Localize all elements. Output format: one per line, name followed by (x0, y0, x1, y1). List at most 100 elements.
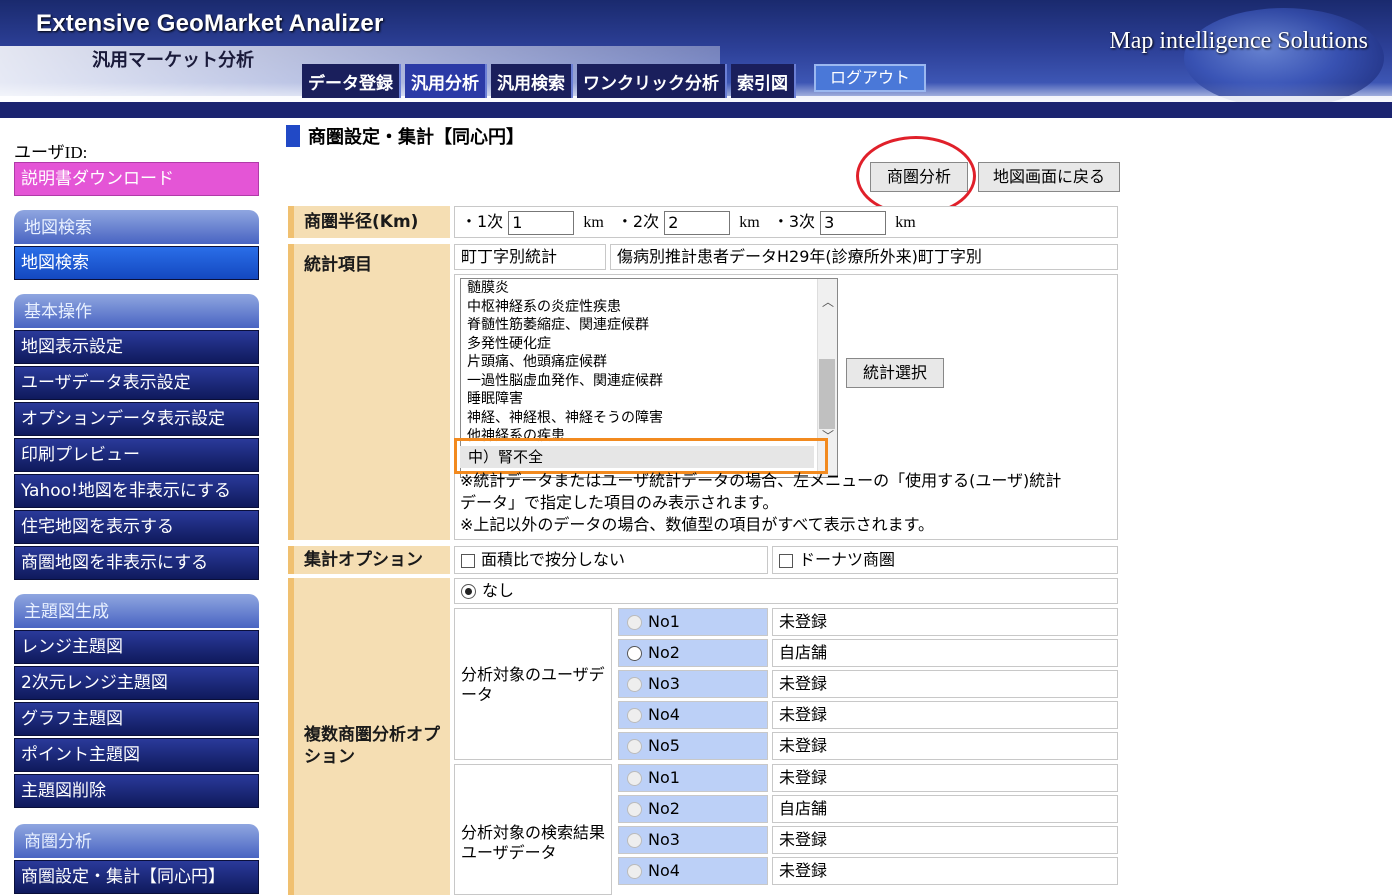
agg-option-area-ratio[interactable]: 面積比で按分しない (454, 546, 768, 574)
stats-note-2: ※上記以外のデータの場合、数値型の項目がすべて表示されます。 (460, 515, 935, 534)
group1-no2[interactable]: No2 (618, 639, 768, 667)
donut-label: ドーナツ商圏 (799, 550, 896, 569)
group2-no2[interactable]: No2 (618, 795, 768, 823)
list-item[interactable]: 睡眠障害 (461, 390, 837, 409)
radius-row: ・1次 1 km ・2次 2 km ・3次 3 km (454, 206, 1118, 238)
no-label: No4 (648, 705, 680, 724)
main-tabs: データ登録 汎用分析 汎用検索 ワンクリック分析 索引図 (302, 64, 796, 98)
globe-graphic (1184, 8, 1384, 108)
section-trade-area: 商圏分析 (14, 824, 259, 858)
tab-general-analysis[interactable]: 汎用分析 (405, 64, 487, 98)
list-item[interactable]: 片頭痛、他頭痛症候群 (461, 353, 837, 372)
stats-note-1b: データ」で指定した項目のみ表示されます。 (460, 493, 779, 512)
sidebar-item-graph-theme[interactable]: グラフ主題図 (14, 702, 259, 736)
manual-download-button[interactable]: 説明書ダウンロード (14, 162, 259, 196)
group2-value2: 自店舗 (772, 795, 1118, 823)
radius-label: 商圏半径(Km) (288, 206, 450, 238)
none-radio[interactable] (461, 584, 476, 599)
logout-button[interactable]: ログアウト (814, 64, 926, 92)
sidebar-item-point-theme[interactable]: ポイント主題図 (14, 738, 259, 772)
list-item[interactable]: 多発性硬化症 (461, 335, 837, 354)
stats-category: 町丁字別統計 (454, 244, 606, 270)
multi-area-label: 複数商圏分析オプション (288, 578, 450, 895)
sidebar-item-2d-range-theme[interactable]: 2次元レンジ主題図 (14, 666, 259, 700)
header-bottombar (0, 102, 1392, 118)
list-item[interactable]: 脊髄性筋萎縮症、関連症候群 (461, 316, 837, 335)
back-to-map-button[interactable]: 地図画面に戻る (978, 162, 1120, 192)
radio-icon[interactable] (627, 771, 642, 786)
radius2-input[interactable]: 2 (664, 210, 731, 235)
no-label: No4 (648, 861, 680, 880)
radius1-input[interactable]: 1 (508, 210, 575, 235)
donut-checkbox[interactable] (779, 553, 793, 568)
sidebar-item-hide-yahoo-map[interactable]: Yahoo!地図を非表示にする (14, 474, 259, 508)
area-ratio-label: 面積比で按分しない (481, 550, 626, 569)
sidebar-item-hide-trade-area[interactable]: 商圏地図を非表示にする (14, 546, 259, 580)
multi-none-option[interactable]: なし (454, 578, 1118, 604)
no-label: No5 (648, 736, 680, 755)
radius1-unit: km (583, 214, 604, 231)
tab-data-register[interactable]: データ登録 (302, 64, 401, 98)
app-subtitle: 汎用マーケット分析 (92, 50, 254, 71)
radio-icon[interactable] (627, 677, 642, 692)
scrollbar-thumb[interactable] (819, 359, 835, 429)
group1-no1[interactable]: No1 (618, 608, 768, 636)
sidebar-item-print-preview[interactable]: 印刷プレビュー (14, 438, 259, 472)
sidebar-item-option-data-display[interactable]: オプションデータ表示設定 (14, 402, 259, 436)
sidebar-item-map-search[interactable]: 地図検索 (14, 246, 259, 280)
brand-logo-text: Map intelligence Solutions (1109, 28, 1368, 54)
stats-note-1a: ※統計データまたはユーザ統計データの場合、左メニューの「使用する(ユーザ)統計 (460, 471, 1062, 490)
group2-no3[interactable]: No3 (618, 826, 768, 854)
orange-highlight-annotation (454, 438, 828, 474)
tab-one-click-analysis[interactable]: ワンクリック分析 (577, 64, 727, 98)
no-label: No1 (648, 768, 680, 787)
group1-value5: 未登録 (772, 732, 1118, 760)
group1-no4[interactable]: No4 (618, 701, 768, 729)
app-header: Extensive GeoMarket Analizer 汎用マーケット分析 M… (0, 0, 1392, 118)
user-id-label: ユーザID: (14, 143, 88, 162)
section-map-search: 地図検索 (14, 210, 259, 244)
sidebar-item-delete-theme[interactable]: 主題図削除 (14, 774, 259, 808)
sidebar-item-map-display[interactable]: 地図表示設定 (14, 330, 259, 364)
radio-icon[interactable] (627, 864, 642, 879)
page-title-text: 商圏設定・集計【同心円】 (308, 127, 524, 148)
app-title: Extensive GeoMarket Analizer (36, 10, 384, 37)
no-label: No2 (648, 799, 680, 818)
group1-no3[interactable]: No3 (618, 670, 768, 698)
group1-no5[interactable]: No5 (618, 732, 768, 760)
group2-no1[interactable]: No1 (618, 764, 768, 792)
agg-option-donut[interactable]: ドーナツ商圏 (772, 546, 1118, 574)
radio-icon[interactable] (627, 802, 642, 817)
radio-icon[interactable] (627, 739, 642, 754)
list-item[interactable]: 一過性脳虚血発作、関連症候群 (461, 372, 837, 391)
area-ratio-checkbox[interactable] (461, 553, 475, 568)
group2-value1: 未登録 (772, 764, 1118, 792)
title-marker (286, 125, 300, 147)
list-item[interactable]: 髄膜炎 (461, 279, 837, 298)
section-basic-ops: 基本操作 (14, 294, 259, 328)
group1-value1: 未登録 (772, 608, 1118, 636)
group2-value3: 未登録 (772, 826, 1118, 854)
list-item[interactable]: 中枢神経系の炎症性疾患 (461, 298, 837, 317)
none-label: なし (482, 581, 515, 600)
list-item[interactable]: 神経、神経根、神経そうの障害 (461, 409, 837, 428)
page-title: 商圏設定・集計【同心円】 (286, 123, 524, 149)
radio-icon[interactable] (627, 615, 642, 630)
radio-icon[interactable] (627, 708, 642, 723)
radio-icon[interactable] (627, 646, 642, 661)
sidebar-item-show-housing-map[interactable]: 住宅地図を表示する (14, 510, 259, 544)
tab-general-search[interactable]: 汎用検索 (491, 64, 573, 98)
sidebar-item-trade-area-setting[interactable]: 商圏設定・集計【同心円】 (14, 860, 259, 894)
radius2-unit: km (739, 214, 760, 231)
radio-icon[interactable] (627, 833, 642, 848)
red-circle-annotation (856, 136, 976, 216)
no-label: No1 (648, 612, 680, 631)
group2-no4[interactable]: No4 (618, 857, 768, 885)
group2-value4: 未登録 (772, 857, 1118, 885)
sidebar-item-user-data-display[interactable]: ユーザデータ表示設定 (14, 366, 259, 400)
radius3-input[interactable]: 3 (820, 210, 887, 235)
chevron-up-icon[interactable]: ︿ (822, 293, 834, 310)
sidebar-item-range-theme[interactable]: レンジ主題図 (14, 630, 259, 664)
stats-select-button[interactable]: 統計選択 (846, 358, 944, 388)
tab-index-map[interactable]: 索引図 (731, 64, 796, 98)
